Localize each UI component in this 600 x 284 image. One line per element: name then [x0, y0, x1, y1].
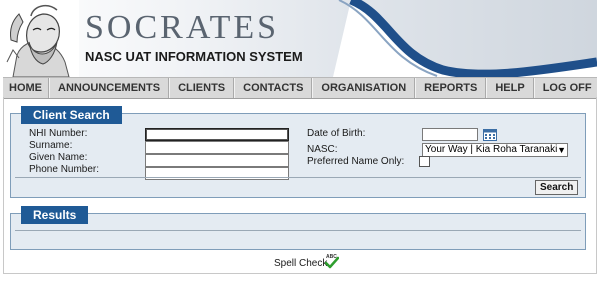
main-nav: HOME ANNOUNCEMENTS CLIENTS CONTACTS ORGA…	[3, 77, 600, 99]
chevron-down-icon: ▼	[557, 145, 566, 155]
nasc-label: NASC:	[307, 144, 338, 155]
nav-home[interactable]: HOME	[3, 78, 49, 98]
preferred-name-checkbox[interactable]	[419, 156, 430, 167]
date-of-birth-label: Date of Birth:	[307, 128, 366, 139]
nav-reports[interactable]: REPORTS	[415, 78, 487, 98]
abc-checkmark-icon[interactable]: ABC	[325, 253, 339, 269]
given-name-input[interactable]	[145, 154, 289, 167]
preferred-name-label: Preferred Name Only:	[307, 156, 405, 167]
nav-contacts[interactable]: CONTACTS	[234, 78, 313, 98]
given-name-label: Given Name:	[29, 152, 88, 163]
search-divider	[15, 177, 581, 178]
subtitle-uat: UAT	[125, 49, 152, 64]
date-of-birth-input[interactable]	[422, 128, 478, 141]
phone-number-input[interactable]	[145, 167, 289, 180]
app-title: SOCRATES	[85, 9, 280, 46]
client-search-title: Client Search	[21, 106, 122, 124]
phone-number-label: Phone Number:	[29, 164, 100, 175]
app-subtitle: NASC UAT INFORMATION SYSTEM	[85, 50, 303, 64]
surname-input[interactable]	[145, 141, 289, 154]
nav-help[interactable]: HELP	[486, 78, 534, 98]
socrates-statue-icon	[3, 0, 79, 77]
client-search-panel: Client Search NHI Number: Surname: Given…	[10, 106, 586, 198]
results-title: Results	[21, 206, 89, 224]
page: SOCRATES NASC UAT INFORMATION SYSTEM HOM…	[3, 0, 600, 284]
app-header: SOCRATES NASC UAT INFORMATION SYSTEM	[3, 0, 597, 77]
frame-left-border	[3, 97, 4, 273]
frame-bottom-border	[3, 273, 597, 274]
nasc-select[interactable]: Your Way | Kia Roha Taranaki ▼	[422, 143, 568, 157]
nhi-number-label: NHI Number:	[29, 128, 88, 139]
calendar-icon[interactable]	[483, 129, 497, 141]
nav-organisation[interactable]: ORGANISATION	[312, 78, 416, 98]
frame-right-border	[596, 97, 597, 273]
nasc-selected-value: Your Way | Kia Roha Taranaki	[425, 144, 558, 155]
surname-label: Surname:	[29, 140, 73, 151]
nav-announcements[interactable]: ANNOUNCEMENTS	[49, 78, 170, 98]
spell-check-link[interactable]: Spell Check	[274, 258, 327, 270]
nav-log-off[interactable]: LOG OFF	[533, 78, 600, 98]
nav-clients[interactable]: CLIENTS	[169, 78, 235, 98]
header-swoosh	[333, 0, 597, 77]
results-panel: Results	[10, 206, 586, 250]
search-button[interactable]: Search	[535, 180, 579, 195]
subtitle-suffix: INFORMATION SYSTEM	[151, 49, 303, 64]
subtitle-prefix: NASC	[85, 49, 126, 64]
nhi-number-input[interactable]	[145, 128, 289, 141]
results-divider	[15, 230, 581, 231]
